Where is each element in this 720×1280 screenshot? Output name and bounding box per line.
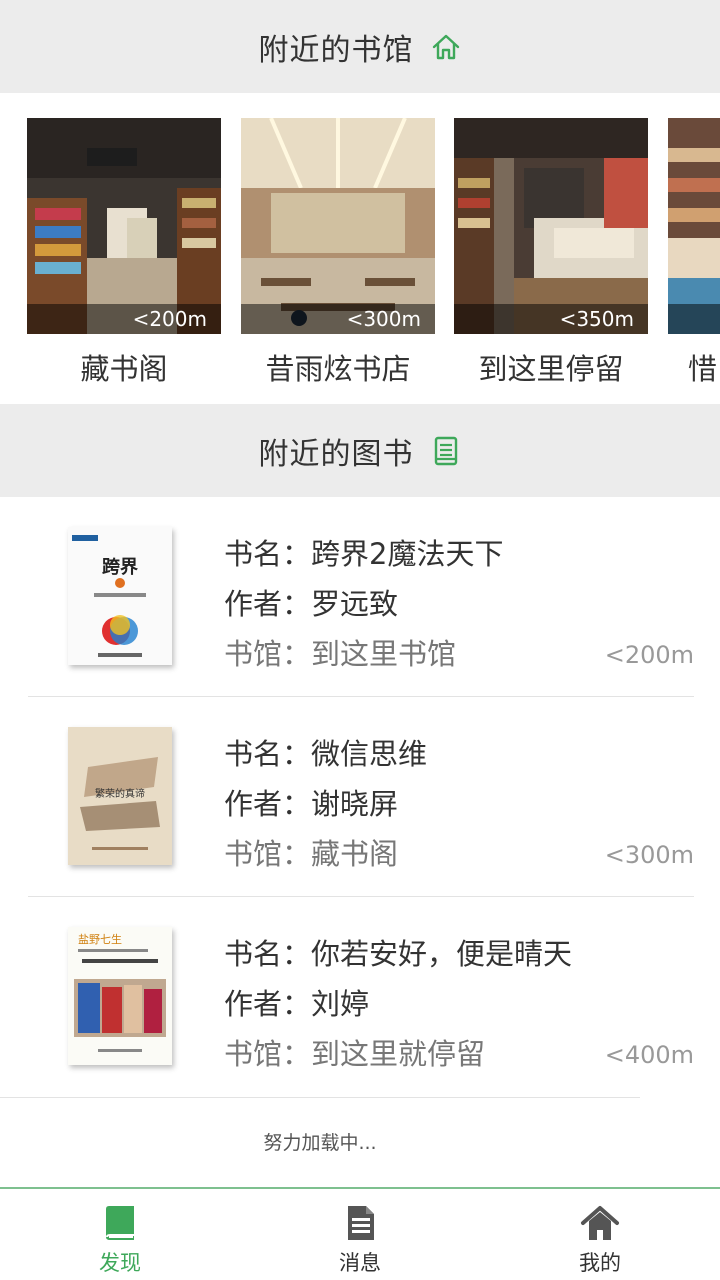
book-title: 书名：跨界2魔法天下 bbox=[224, 537, 504, 571]
book-cover-image: 跨界 bbox=[68, 527, 172, 665]
book-library: 书馆：到这里书馆 bbox=[224, 637, 457, 671]
library-photo: <200m bbox=[27, 118, 221, 334]
book-cover-image: 繁荣的真谛 bbox=[68, 727, 172, 865]
library-name: 惜 bbox=[688, 352, 718, 386]
book-library: 书馆：到这里就停留 bbox=[224, 1037, 486, 1071]
document-icon bbox=[430, 435, 462, 467]
library-name: 昔雨炫书店 bbox=[265, 352, 411, 386]
book-library: 书馆：藏书阁 bbox=[224, 837, 399, 871]
library-card[interactable]: <300m 昔雨炫书店 bbox=[241, 118, 435, 388]
tab-label: 消息 bbox=[339, 1251, 381, 1275]
bottom-tab-bar: 发现 消息 我的 bbox=[0, 1187, 720, 1280]
book-distance: <400m bbox=[604, 1041, 694, 1069]
tab-profile[interactable]: 我的 bbox=[480, 1189, 720, 1280]
book-author: 作者：谢晓屏 bbox=[224, 787, 399, 821]
library-card[interactable]: <350m 到这里停留 bbox=[454, 118, 648, 388]
library-photo: <350m bbox=[454, 118, 648, 334]
tab-messages[interactable]: 消息 bbox=[240, 1189, 480, 1280]
loading-indicator: 努力加载中... bbox=[0, 1097, 640, 1187]
book-distance: <300m bbox=[604, 841, 694, 869]
library-name: 到这里停留 bbox=[478, 352, 624, 386]
library-distance: <350m bbox=[454, 304, 648, 334]
message-document-icon bbox=[340, 1203, 380, 1243]
library-photo: <300m bbox=[241, 118, 435, 334]
book-icon bbox=[100, 1203, 140, 1243]
library-distance bbox=[668, 304, 720, 334]
book-list-item[interactable]: 跨界 书名：跨界2魔法天下 作者：罗远致 书馆：到这里书馆 <200m bbox=[0, 497, 720, 697]
library-card[interactable]: 惜 bbox=[668, 118, 720, 388]
svg-text:跨界: 跨界 bbox=[102, 557, 138, 578]
book-distance: <200m bbox=[604, 641, 694, 669]
nearby-books-title: 附近的图书 bbox=[258, 436, 414, 472]
svg-text:盐野七生: 盐野七生 bbox=[78, 932, 122, 946]
library-card[interactable]: <200m 藏书阁 bbox=[27, 118, 221, 388]
book-title: 书名：微信思维 bbox=[224, 737, 428, 771]
library-carousel[interactable]: <200m 藏书阁 <300m 昔雨炫书店 <350m 到这里停留 惜 bbox=[0, 93, 720, 404]
tab-label: 我的 bbox=[579, 1251, 621, 1275]
tab-label: 发现 bbox=[99, 1251, 141, 1275]
library-photo bbox=[668, 118, 720, 334]
home-icon bbox=[430, 31, 462, 63]
nearby-libraries-header: 附近的书馆 bbox=[0, 0, 720, 93]
book-cover-image: 盐野七生 bbox=[68, 927, 172, 1065]
library-name: 藏书阁 bbox=[80, 352, 168, 386]
library-distance: <300m bbox=[241, 304, 435, 334]
home-icon bbox=[580, 1203, 620, 1243]
nearby-books-header: 附近的图书 bbox=[0, 404, 720, 497]
book-list-item[interactable]: 盐野七生 书名：你若安好，便是晴天 作者：刘婷 书馆：到这里就停留 <400m bbox=[0, 897, 720, 1097]
book-title: 书名：你若安好，便是晴天 bbox=[224, 937, 573, 971]
nearby-libraries-title: 附近的书馆 bbox=[258, 32, 414, 68]
book-author: 作者：刘婷 bbox=[224, 987, 370, 1021]
svg-text:繁荣的真谛: 繁荣的真谛 bbox=[95, 787, 145, 800]
tab-discover[interactable]: 发现 bbox=[0, 1189, 240, 1280]
book-author: 作者：罗远致 bbox=[224, 587, 399, 621]
book-list-item[interactable]: 繁荣的真谛 书名：微信思维 作者：谢晓屏 书馆：藏书阁 <300m bbox=[0, 697, 720, 897]
library-distance: <200m bbox=[27, 304, 221, 334]
